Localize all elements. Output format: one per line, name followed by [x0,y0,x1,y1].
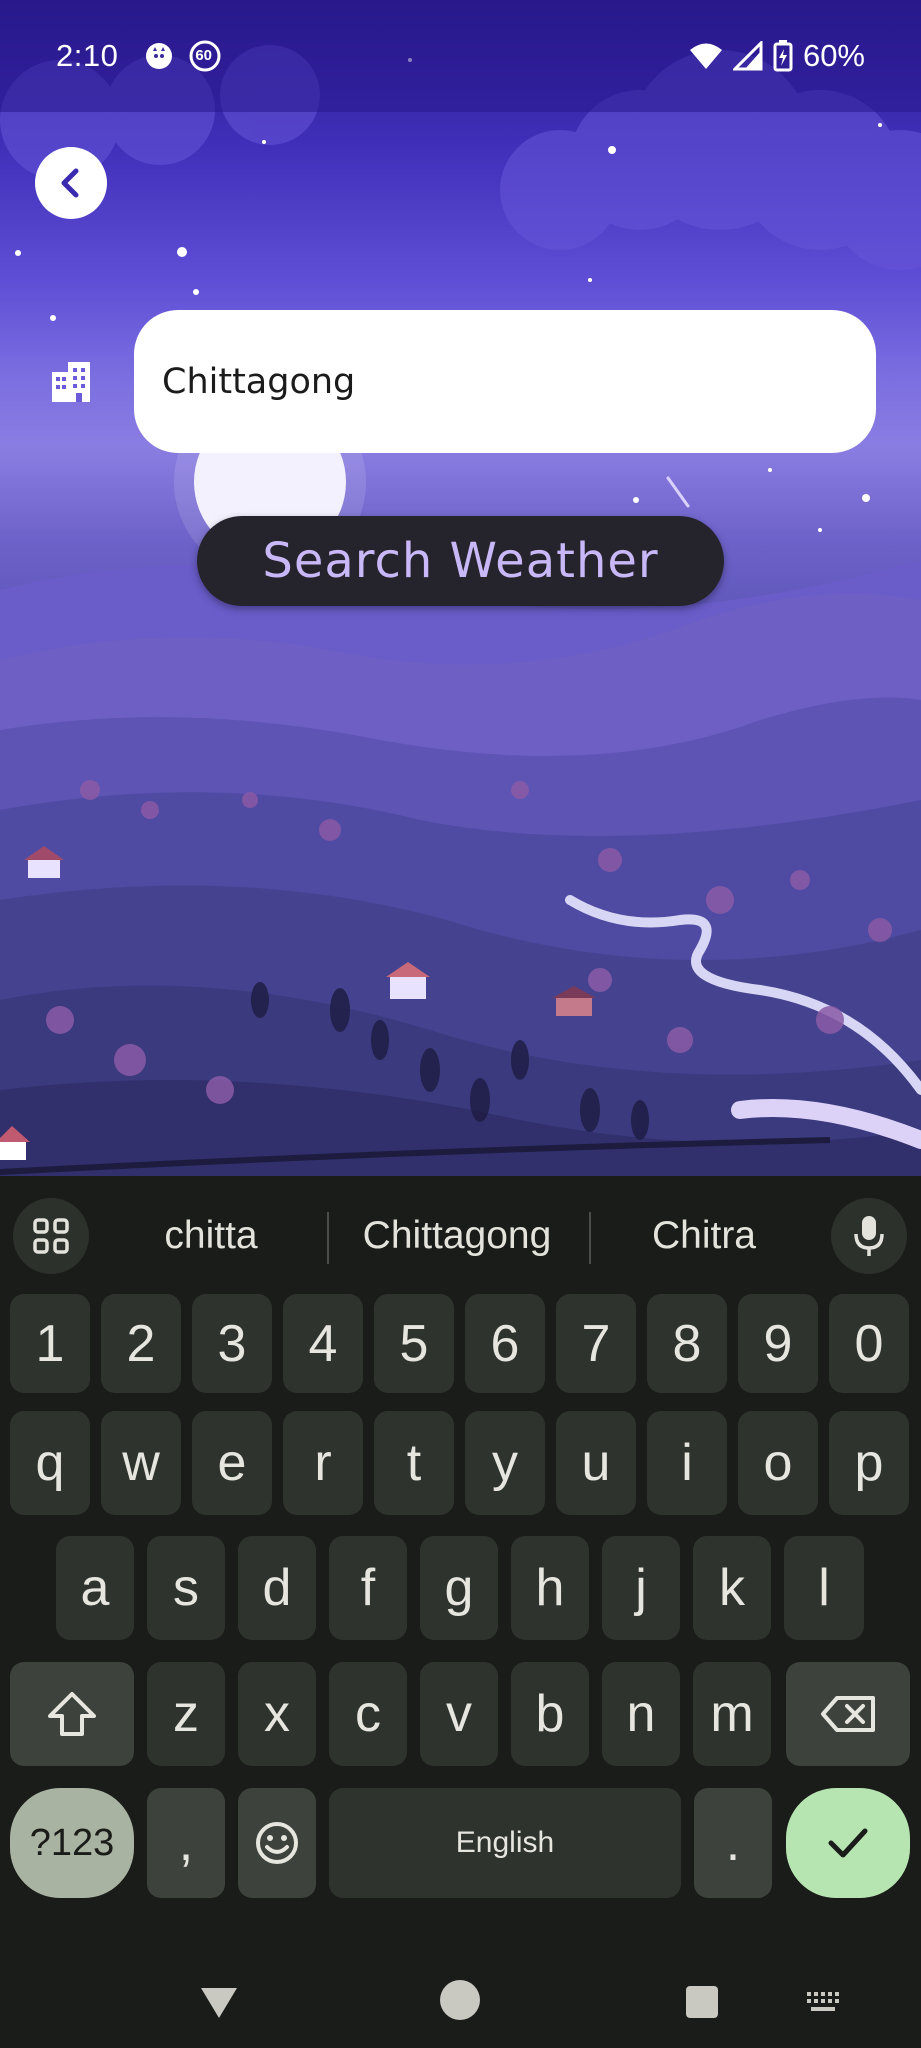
comma-key[interactable]: , [147,1788,225,1898]
suggestion-divider [589,1212,591,1264]
notification-badge-icon: 60 [188,39,222,73]
voice-input-button[interactable] [831,1198,907,1274]
key-8[interactable]: 8 [647,1294,727,1393]
key-9[interactable]: 9 [738,1294,818,1393]
soft-keyboard: chitta Chittagong Chitra 1 2 3 4 5 6 7 8… [0,1176,921,1956]
key-s[interactable]: s [147,1536,225,1640]
symbols-mode-key[interactable]: ?123 [10,1788,134,1898]
key-v[interactable]: v [420,1662,498,1766]
key-4[interactable]: 4 [283,1294,363,1393]
city-search-input[interactable]: Chittagong [134,310,876,453]
nav-back-triangle-icon [201,1988,237,2018]
key-0[interactable]: 0 [829,1294,909,1393]
suggestion-divider [327,1212,329,1264]
emoji-icon [256,1822,298,1864]
back-button[interactable] [35,147,107,219]
key-r[interactable]: r [283,1411,363,1515]
key-f[interactable]: f [329,1536,407,1640]
key-a[interactable]: a [56,1536,134,1640]
key-7[interactable]: 7 [556,1294,636,1393]
key-p[interactable]: p [829,1411,909,1515]
search-weather-button[interactable]: Search Weather [197,516,724,606]
keyboard-menu-button[interactable] [13,1198,89,1274]
nav-home-button[interactable] [436,1976,484,2024]
battery-charging-icon [773,40,793,72]
key-6[interactable]: 6 [465,1294,545,1393]
key-2[interactable]: 2 [101,1294,181,1393]
key-n[interactable]: n [602,1662,680,1766]
nav-recents-button[interactable] [678,1978,726,2026]
city-input-value: Chittagong [162,361,356,402]
key-w[interactable]: w [101,1411,181,1515]
suggestion-2[interactable]: Chittagong [334,1198,580,1274]
nav-home-circle-icon [440,1980,480,2020]
key-u[interactable]: u [556,1411,636,1515]
shift-key[interactable] [10,1662,134,1766]
key-h[interactable]: h [511,1536,589,1640]
suggestion-1[interactable]: chitta [100,1198,322,1274]
shift-arrow-icon [48,1692,96,1736]
status-time: 2:10 [56,38,119,73]
key-c[interactable]: c [329,1662,407,1766]
key-q[interactable]: q [10,1411,90,1515]
key-i[interactable]: i [647,1411,727,1515]
key-m[interactable]: m [693,1662,771,1766]
key-l[interactable]: l [784,1536,864,1640]
key-j[interactable]: j [602,1536,680,1640]
weather-app-screen: 2:10 60 60% Chittagong Search Weather [0,0,921,1176]
key-e[interactable]: e [192,1411,272,1515]
cat-app-icon [144,41,174,71]
suggestion-3[interactable]: Chitra [596,1198,812,1274]
backspace-key[interactable] [786,1662,910,1766]
key-1[interactable]: 1 [10,1294,90,1393]
emoji-key[interactable] [238,1788,316,1898]
key-x[interactable]: x [238,1662,316,1766]
backspace-icon [821,1696,875,1732]
battery-percent: 60% [802,38,865,73]
notification-badge-text: 60 [195,47,213,64]
key-t[interactable]: t [374,1411,454,1515]
keyboard-icon [807,1992,839,2011]
key-k[interactable]: k [693,1536,771,1640]
microphone-icon [854,1216,884,1256]
keyboard-switcher-button[interactable] [800,1978,848,2026]
checkmark-icon [828,1828,868,1858]
search-weather-label: Search Weather [262,533,659,589]
grid-icon [33,1218,69,1254]
key-d[interactable]: d [238,1536,316,1640]
enter-key[interactable] [786,1788,910,1898]
key-g[interactable]: g [420,1536,498,1640]
space-key[interactable]: English [329,1788,681,1898]
key-3[interactable]: 3 [192,1294,272,1393]
key-b[interactable]: b [511,1662,589,1766]
period-key[interactable]: . [694,1788,772,1898]
suggestion-bar: chitta Chittagong Chitra [0,1176,921,1274]
key-5[interactable]: 5 [374,1294,454,1393]
status-bar: 2:10 60 60% [0,0,921,112]
key-y[interactable]: y [465,1411,545,1515]
nav-back-button[interactable] [195,1978,243,2026]
status-right-group: 60% [689,38,865,74]
wifi-icon [689,43,722,69]
key-z[interactable]: z [147,1662,225,1766]
cellular-signal-icon [732,41,763,71]
chevron-left-icon [61,168,79,198]
system-navigation-bar [0,1956,921,2048]
nav-recents-square-icon [686,1986,718,2018]
city-buildings-icon [52,362,90,402]
key-o[interactable]: o [738,1411,818,1515]
